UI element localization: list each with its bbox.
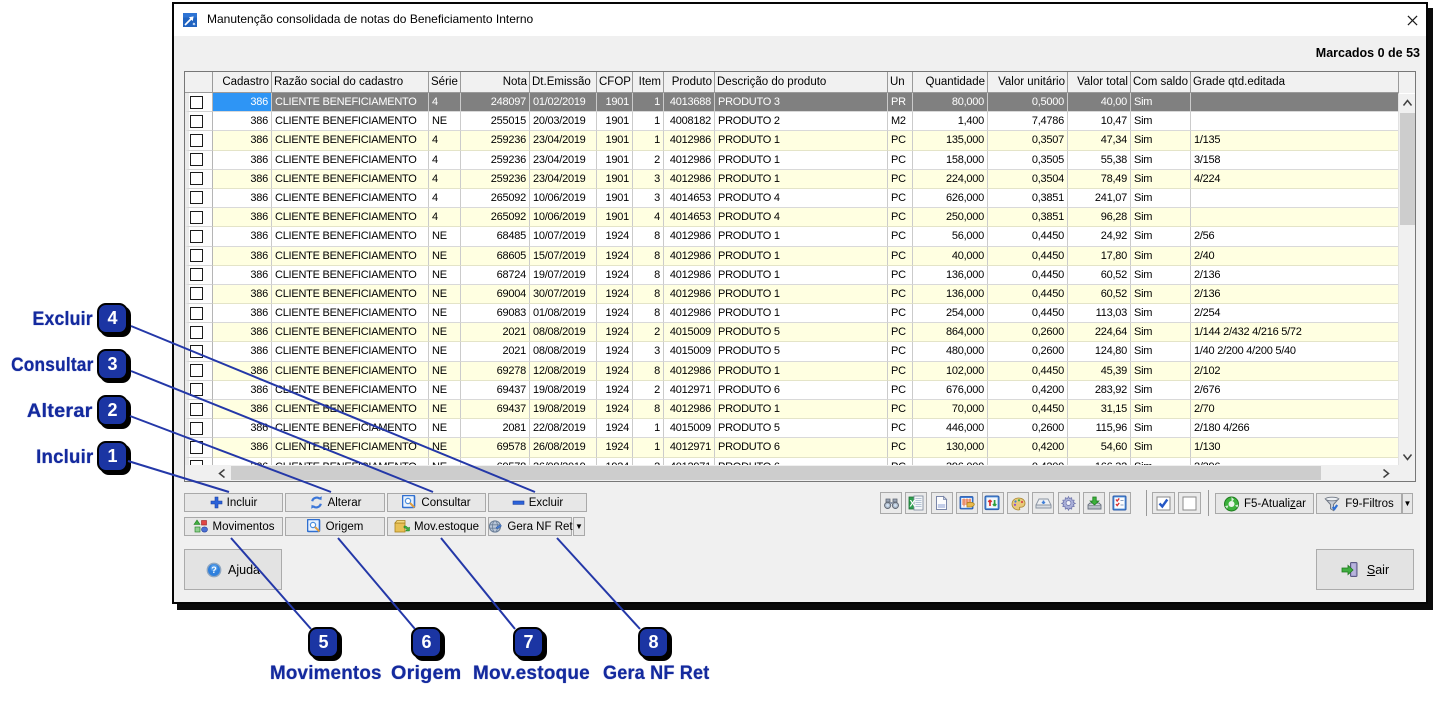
svg-text:?: ? bbox=[211, 565, 217, 575]
svg-text:X: X bbox=[909, 499, 915, 509]
